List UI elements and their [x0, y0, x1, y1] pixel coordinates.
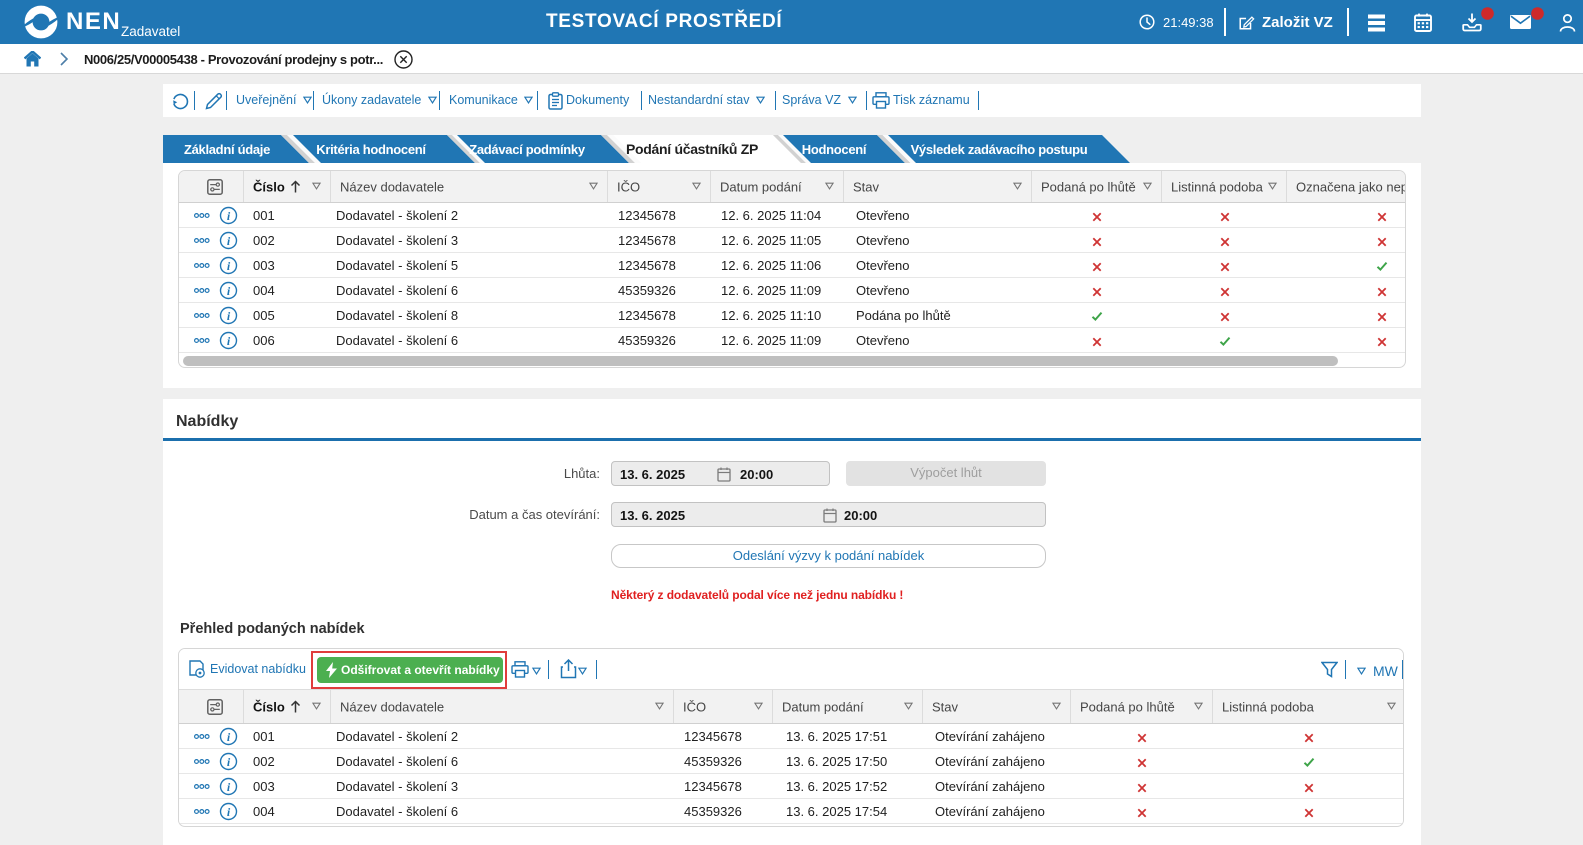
svg-text:i: i [227, 730, 231, 744]
svg-text:Kritéria hodnocení: Kritéria hodnocení [316, 142, 426, 157]
svg-text:Základní údaje: Základní údaje [184, 142, 270, 157]
svg-text:i: i [227, 209, 231, 223]
svg-text:i: i [227, 780, 231, 794]
svg-text:Hodnocení: Hodnocení [802, 142, 867, 157]
svg-text:i: i [227, 805, 231, 819]
svg-text:Výsledek zadávacího postupu: Výsledek zadávacího postupu [911, 142, 1088, 157]
svg-text:i: i [227, 334, 231, 348]
svg-text:i: i [227, 309, 231, 323]
svg-text:i: i [227, 259, 231, 273]
svg-text:i: i [227, 284, 231, 298]
svg-text:i: i [227, 234, 231, 248]
svg-text:Zadávací podmínky: Zadávací podmínky [469, 142, 586, 157]
svg-text:Podání účastníků ZP: Podání účastníků ZP [626, 141, 758, 157]
svg-text:i: i [227, 755, 231, 769]
